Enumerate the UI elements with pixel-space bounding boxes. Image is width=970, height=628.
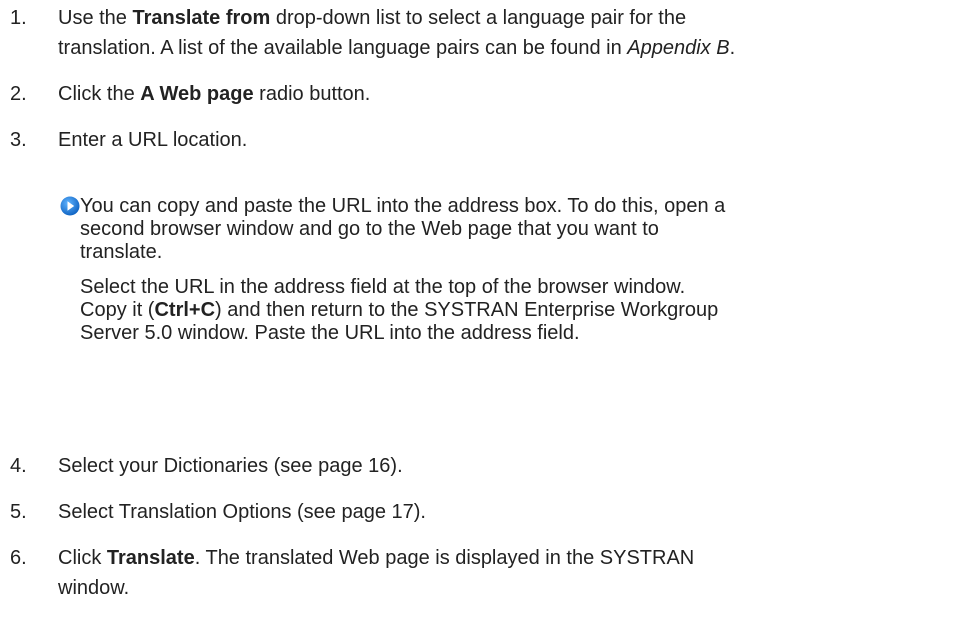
note-text-segment: ) and then return to the SYSTRAN Enterpr… xyxy=(215,299,719,321)
step-text-segment: window. xyxy=(58,577,130,599)
step-text-segment: translation. A list of the available lan… xyxy=(58,37,628,59)
note-line: You can copy and paste the URL into the … xyxy=(80,195,726,217)
step-text-segment: radio button. xyxy=(253,83,371,105)
note-line: translate. xyxy=(80,241,163,263)
step-number: 6. xyxy=(10,547,27,569)
step-text: Use the Translate from drop-down list to… xyxy=(58,3,958,63)
step-text-segment: Enter a URL location. xyxy=(58,129,248,151)
arrow-right-circle-icon xyxy=(60,196,80,216)
keyboard-shortcut: Ctrl+C xyxy=(154,299,216,321)
note-line: second browser window and go to the Web … xyxy=(80,218,659,240)
step-text-segment: Select Translation Options (see page 17)… xyxy=(58,501,426,523)
step-text-segment: Click xyxy=(58,547,107,569)
step-number: 4. xyxy=(10,455,27,477)
step-text-segment: Use the xyxy=(58,7,133,29)
step-text-segment: drop-down list to select a language pair… xyxy=(270,7,687,29)
step-text-segment: Click the xyxy=(58,83,141,105)
step-text-segment: . The translated Web page is displayed i… xyxy=(194,547,695,569)
note-body: You can copy and paste the URL into the … xyxy=(80,195,960,345)
step-number: 2. xyxy=(10,83,27,105)
step-text: Click Translate. The translated Web page… xyxy=(58,543,958,603)
step-text: Select your Dictionaries (see page 16). xyxy=(58,451,958,481)
step-text: Select Translation Options (see page 17)… xyxy=(58,497,958,527)
ui-term: Translate xyxy=(106,547,195,569)
step-number: 3. xyxy=(10,129,27,151)
tip-note: You can copy and paste the URL into the … xyxy=(60,195,960,345)
note-line: Select the URL in the address field at t… xyxy=(80,276,686,298)
step-text-segment: Select your Dictionaries (see page 16). xyxy=(58,455,403,477)
appendix-reference: Appendix B xyxy=(627,37,730,59)
note-line: Copy it (Ctrl+C) and then return to the … xyxy=(80,299,960,322)
note-line: Server 5.0 window. Paste the URL into th… xyxy=(80,322,580,344)
step-text: Enter a URL location. xyxy=(58,125,958,155)
step-number: 1. xyxy=(10,7,27,29)
ui-term: Translate from xyxy=(132,7,271,29)
step-text-segment: . xyxy=(729,37,736,59)
note-text-segment: Copy it ( xyxy=(80,299,155,321)
ui-term: A Web page xyxy=(140,83,254,105)
step-text: Click the A Web page radio button. xyxy=(58,79,958,109)
step-number: 5. xyxy=(10,501,27,523)
